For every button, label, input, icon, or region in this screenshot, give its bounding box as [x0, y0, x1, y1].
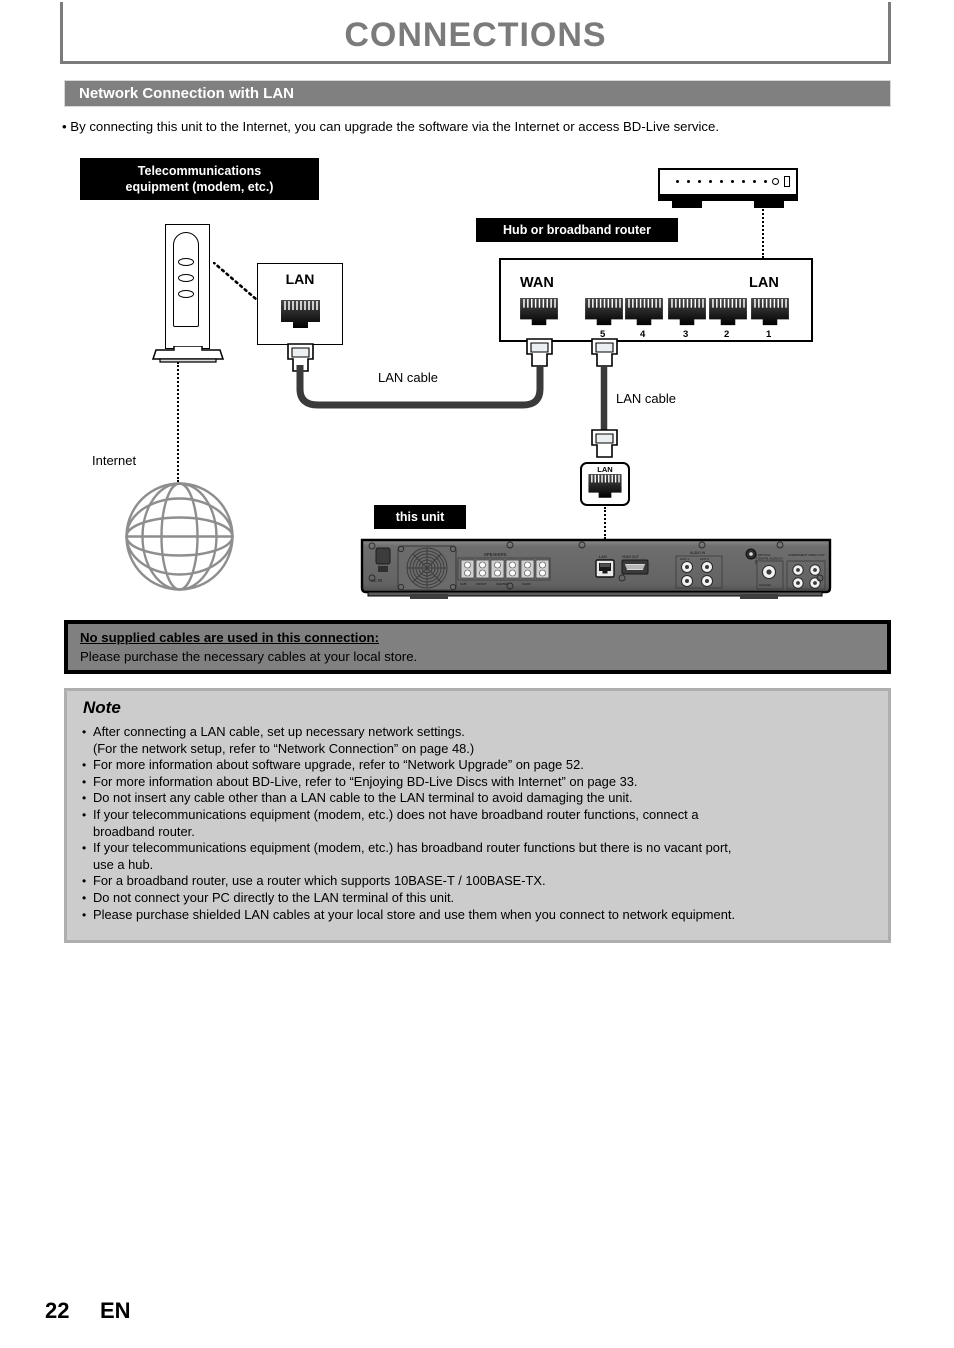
- note-item-continuation: use a hub.: [93, 856, 154, 872]
- top-device-foot-left: [672, 201, 702, 208]
- router-port-number-1: 1: [766, 329, 772, 340]
- top-device-indicator-ring: [772, 178, 779, 185]
- svg-text:HDMI OUT: HDMI OUT: [622, 555, 639, 559]
- top-device-foot-right: [754, 201, 784, 208]
- note-item-text: Do not connect your PC directly to the L…: [93, 889, 455, 905]
- note-item: For more information about BD-Live, refe…: [81, 774, 881, 791]
- page-title: CONNECTIONS: [344, 16, 607, 54]
- note-item: Please purchase shielded LAN cables at y…: [81, 907, 881, 924]
- leader-top-device-to-router: [762, 202, 764, 258]
- note-item-text: For more information about software upgr…: [93, 757, 584, 773]
- notice-body: Please purchase the necessary cables at …: [80, 649, 418, 664]
- modem-lan-jack-label: LAN: [285, 271, 315, 287]
- section-intro-text: • By connecting this unit to the Interne…: [62, 119, 720, 134]
- router-port-2: [709, 298, 747, 330]
- router-lan-label: LAN: [749, 275, 779, 291]
- label-internet: Internet: [92, 453, 137, 468]
- svg-text:AUDIO IN: AUDIO IN: [690, 551, 706, 555]
- notice-title: No supplied cables are used in this conn…: [80, 630, 379, 645]
- modem-led-3: [178, 290, 194, 298]
- note-item-continuation: broadband router.: [93, 823, 195, 839]
- svg-text:COMPONENT VIDEO OUT: COMPONENT VIDEO OUT: [788, 553, 825, 557]
- label-hub-router-text: Hub or broadband router: [503, 223, 651, 237]
- router-port-number-4: 4: [640, 329, 646, 340]
- note-item: If your telecommunications equipment (mo…: [81, 840, 881, 873]
- label-telecom-line1: Telecommunications: [137, 164, 262, 178]
- modem-device-stand: [152, 346, 224, 363]
- note-item-list: After connecting a LAN cable, set up nec…: [81, 724, 881, 923]
- note-item-text: For more information about BD-Live, refe…: [93, 773, 638, 789]
- internet-globe-icon: [123, 480, 236, 593]
- modem-led-2: [178, 274, 194, 282]
- router-port-5: [585, 298, 623, 330]
- router-port-3: [668, 298, 706, 330]
- note-item-text: If your telecommunications equipment (mo…: [93, 806, 699, 822]
- section-heading-label: Network Connection with LAN: [79, 85, 294, 102]
- manual-page: CONNECTIONS Network Connection with LAN …: [0, 0, 954, 1348]
- svg-text:FRONT: FRONT: [476, 582, 487, 586]
- router-port-4: [625, 298, 663, 330]
- note-item: Do not connect your PC directly to the L…: [81, 890, 881, 907]
- note-item-text: After connecting a LAN cable, set up nec…: [93, 724, 465, 739]
- network-connection-diagram: Telecommunications equipment (modem, etc…: [0, 150, 954, 615]
- note-item-text: If your telecommunications equipment (mo…: [93, 840, 732, 856]
- leader-modem-to-internet: [177, 362, 179, 482]
- svg-text:AUX 1: AUX 1: [680, 557, 689, 561]
- top-network-device-base: [658, 194, 798, 201]
- unit-rear-panel: AC IN SPEAKERS SUB FRONT CENTER SURR LAN…: [360, 538, 832, 600]
- page-footer: 22 EN: [45, 1298, 131, 1324]
- label-telecom-line2: equipment (modem, etc.): [125, 180, 274, 194]
- note-item: If your telecommunications equipment (mo…: [81, 807, 881, 840]
- label-hub-router: Hub or broadband router: [476, 218, 678, 242]
- lan-plug-router-wan: [524, 338, 555, 368]
- lan-plug-unit-side: [589, 429, 620, 459]
- label-this-unit: this unit: [374, 505, 466, 529]
- note-box: Note After connecting a LAN cable, set u…: [64, 688, 891, 943]
- label-this-unit-text: this unit: [395, 510, 445, 524]
- label-telecom-equipment: Telecommunications equipment (modem, etc…: [80, 158, 319, 200]
- svg-text:AUX 2: AUX 2: [700, 557, 709, 561]
- note-title: Note: [83, 698, 121, 717]
- note-item: Do not insert any cable other than a LAN…: [81, 790, 881, 807]
- router-port-number-3: 3: [683, 329, 689, 340]
- svg-text:DIGITAL AUDIO IN: DIGITAL AUDIO IN: [758, 556, 782, 560]
- no-supplied-cables-notice: No supplied cables are used in this conn…: [64, 620, 891, 674]
- svg-text:SURR: SURR: [522, 582, 532, 586]
- lan-plug-router-port5: [589, 338, 620, 368]
- router-port-number-2: 2: [724, 329, 730, 340]
- svg-text:SUB: SUB: [460, 582, 466, 586]
- router-wan-label: WAN: [520, 275, 554, 291]
- rj45-jack-icon-modem: [281, 300, 320, 333]
- modem-led-1: [178, 258, 194, 266]
- router-port-1: [751, 298, 789, 330]
- svg-text:COAXIAL: COAXIAL: [759, 583, 772, 587]
- router-port-wan: [520, 298, 558, 330]
- svg-text:LAN: LAN: [599, 554, 607, 559]
- note-item-text: For a broadband router, use a router whi…: [93, 873, 546, 889]
- rj45-jack-icon-unit: [587, 474, 623, 502]
- section-heading-bar: Network Connection with LAN: [64, 80, 891, 107]
- note-item: After connecting a LAN cable, set up nec…: [81, 724, 881, 757]
- note-item-text: Do not insert any cable other than a LAN…: [93, 790, 633, 806]
- note-item: For a broadband router, use a router whi…: [81, 873, 881, 890]
- page-language: EN: [99, 1298, 131, 1323]
- unit-lan-jack-label: LAN: [597, 465, 613, 474]
- label-lan-cable-1: LAN cable: [378, 370, 438, 385]
- page-number: 22: [45, 1298, 70, 1323]
- top-device-indicator-bar: [784, 176, 790, 187]
- svg-text:SPEAKERS: SPEAKERS: [484, 552, 507, 557]
- leader-unit-jack-to-panel: [604, 507, 606, 539]
- note-item: For more information about software upgr…: [81, 757, 881, 774]
- note-item-text: Please purchase shielded LAN cables at y…: [93, 906, 736, 922]
- label-lan-cable-2: LAN cable: [616, 391, 676, 406]
- note-item-continuation: (For the network setup, refer to “Networ…: [93, 740, 475, 756]
